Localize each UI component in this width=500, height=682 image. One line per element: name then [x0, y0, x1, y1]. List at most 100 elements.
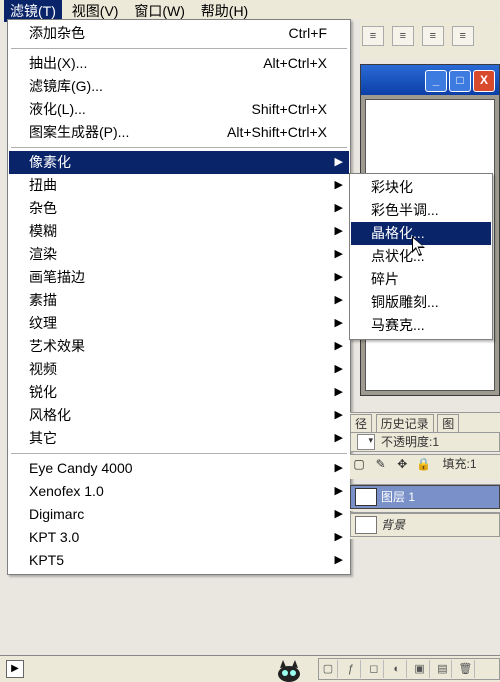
menu-item-label: 画笔描边 [29, 266, 85, 289]
menu-item-label: 点状化... [371, 245, 425, 268]
layer-row-background[interactable]: 背景 [350, 512, 500, 539]
menu-item-label: 其它 [29, 427, 57, 450]
pixelate-submenu: 彩块化 彩色半调... 晶格化... 点状化... 碎片 铜版雕刻... 马赛克… [349, 173, 493, 340]
align-left-button[interactable] [362, 26, 384, 46]
menu-item-brush-strokes[interactable]: 画笔描边 [9, 266, 349, 289]
submenu-item-fragment[interactable]: 碎片 [351, 268, 491, 291]
mascot-icon [274, 658, 304, 682]
tab-paths[interactable]: 径 [350, 414, 372, 432]
menu-item-label: 纹理 [29, 312, 57, 335]
menu-item-label: KPT5 [29, 549, 64, 572]
menu-item-label: 素描 [29, 289, 57, 312]
layer-name: 图层 1 [381, 490, 415, 504]
menu-item-video[interactable]: 视频 [9, 358, 349, 381]
submenu-item-color-halftone[interactable]: 彩色半调... [351, 199, 491, 222]
menu-item-shortcut: Ctrl+F [289, 22, 328, 45]
layer-thumbnail[interactable] [355, 516, 377, 534]
lock-move-icon[interactable]: ✥ [393, 457, 411, 471]
menu-item-shortcut: Shift+Ctrl+X [252, 98, 327, 121]
layer-row-1[interactable]: 图层 1 [350, 484, 500, 511]
menu-item-distort[interactable]: 扭曲 [9, 174, 349, 197]
menu-item-label: 彩块化 [371, 176, 413, 199]
submenu-item-pointillize[interactable]: 点状化... [351, 245, 491, 268]
menu-item-other[interactable]: 其它 [9, 427, 349, 450]
menu-item-extract[interactable]: 抽出(X)... Alt+Ctrl+X [9, 52, 349, 75]
panel-tabs: 径 历史记录 图 不透明度:1 [350, 412, 500, 451]
align-justify-button[interactable] [452, 26, 474, 46]
menu-item-liquify[interactable]: 液化(L)... Shift+Ctrl+X [9, 98, 349, 121]
filter-menu: 添加杂色 Ctrl+F 抽出(X)... Alt+Ctrl+X 滤镜库(G)..… [7, 19, 351, 575]
menu-item-label: 扭曲 [29, 174, 57, 197]
align-center-button[interactable] [392, 26, 414, 46]
menu-item-label: 马赛克... [371, 314, 425, 337]
menu-item-blur[interactable]: 模糊 [9, 220, 349, 243]
menu-separator [11, 147, 347, 148]
menu-item-pixelate[interactable]: 像素化 [9, 151, 349, 174]
menu-item-label: Digimarc [29, 503, 84, 526]
menu-item-label: Eye Candy 4000 [29, 457, 133, 480]
menu-item-plugin-digimarc[interactable]: Digimarc [9, 503, 349, 526]
menu-item-pattern-maker[interactable]: 图案生成器(P)... Alt+Shift+Ctrl+X [9, 121, 349, 144]
menu-item-label: 晶格化... [371, 222, 425, 245]
folder-button[interactable]: ▣ [411, 660, 430, 678]
submenu-item-crystallize[interactable]: 晶格化... [351, 222, 491, 245]
menu-item-label: 杂色 [29, 197, 57, 220]
menu-item-last-filter[interactable]: 添加杂色 Ctrl+F [9, 22, 349, 45]
menu-item-label: 像素化 [29, 151, 71, 174]
menu-item-label: 添加杂色 [29, 22, 85, 45]
lock-transparency-icon[interactable]: ▢ [350, 457, 368, 471]
menu-item-label: 图案生成器(P)... [29, 121, 129, 144]
animation-play-button[interactable] [6, 660, 24, 678]
menu-separator [11, 48, 347, 49]
menu-item-label: KPT 3.0 [29, 526, 79, 549]
menu-item-shortcut: Alt+Ctrl+X [263, 52, 327, 75]
menu-item-label: 液化(L)... [29, 98, 86, 121]
submenu-item-mezzotint[interactable]: 铜版雕刻... [351, 291, 491, 314]
layer-panel-buttons: ▢ ƒ ◻ ◐ ▣ ▤ 🗑 [318, 658, 500, 680]
menu-item-shortcut: Alt+Shift+Ctrl+X [227, 121, 327, 144]
window-close-button[interactable]: X [473, 70, 495, 92]
menu-item-label: 模糊 [29, 220, 57, 243]
fx-button[interactable]: ƒ [342, 660, 361, 678]
tab-layers[interactable]: 图 [437, 414, 459, 432]
menu-item-stylize[interactable]: 风格化 [9, 404, 349, 427]
window-maximize-button[interactable]: □ [449, 70, 471, 92]
menu-item-texture[interactable]: 纹理 [9, 312, 349, 335]
menu-item-label: 锐化 [29, 381, 57, 404]
paragraph-align-toolbar [360, 20, 500, 60]
new-set-button[interactable]: ▢ [319, 660, 338, 678]
menu-item-label: 抽出(X)... [29, 52, 87, 75]
menu-item-artistic[interactable]: 艺术效果 [9, 335, 349, 358]
menu-item-label: 渲染 [29, 243, 57, 266]
submenu-item-facet[interactable]: 彩块化 [351, 176, 491, 199]
document-titlebar[interactable]: _ □ X [361, 65, 499, 95]
mask-button[interactable]: ◻ [365, 660, 384, 678]
blend-mode-dropdown[interactable] [357, 434, 375, 450]
menu-item-sketch[interactable]: 素描 [9, 289, 349, 312]
submenu-item-mosaic[interactable]: 马赛克... [351, 314, 491, 337]
menu-item-render[interactable]: 渲染 [9, 243, 349, 266]
menu-item-plugin-xenofex[interactable]: Xenofex 1.0 [9, 480, 349, 503]
menu-item-label: 艺术效果 [29, 335, 85, 358]
menu-item-sharpen[interactable]: 锐化 [9, 381, 349, 404]
tab-history[interactable]: 历史记录 [376, 414, 434, 432]
menu-item-label: 视频 [29, 358, 57, 381]
layer-name: 背景 [381, 518, 405, 532]
menu-item-label: 彩色半调... [371, 199, 439, 222]
trash-button[interactable]: 🗑 [456, 660, 475, 678]
lock-all-icon[interactable]: 🔒 [415, 457, 433, 471]
menu-item-filter-gallery[interactable]: 滤镜库(G)... [9, 75, 349, 98]
new-layer-button[interactable]: ▤ [433, 660, 452, 678]
layer-thumbnail[interactable] [355, 488, 377, 506]
adjustment-button[interactable]: ◐ [388, 660, 407, 678]
align-right-button[interactable] [422, 26, 444, 46]
window-minimize-button[interactable]: _ [425, 70, 447, 92]
menu-item-plugin-kpt5[interactable]: KPT5 [9, 549, 349, 572]
menu-item-noise[interactable]: 杂色 [9, 197, 349, 220]
lock-row: ▢ ✎ ✥ 🔒 填充:1 [350, 454, 500, 479]
menu-item-plugin-kpt3[interactable]: KPT 3.0 [9, 526, 349, 549]
lock-brush-icon[interactable]: ✎ [372, 457, 390, 471]
main-menubar: 滤镜(T) 视图(V) 窗口(W) 帮助(H) [0, 0, 500, 19]
fill-label: 填充:1 [443, 457, 477, 471]
menu-item-plugin-eyecandy[interactable]: Eye Candy 4000 [9, 457, 349, 480]
